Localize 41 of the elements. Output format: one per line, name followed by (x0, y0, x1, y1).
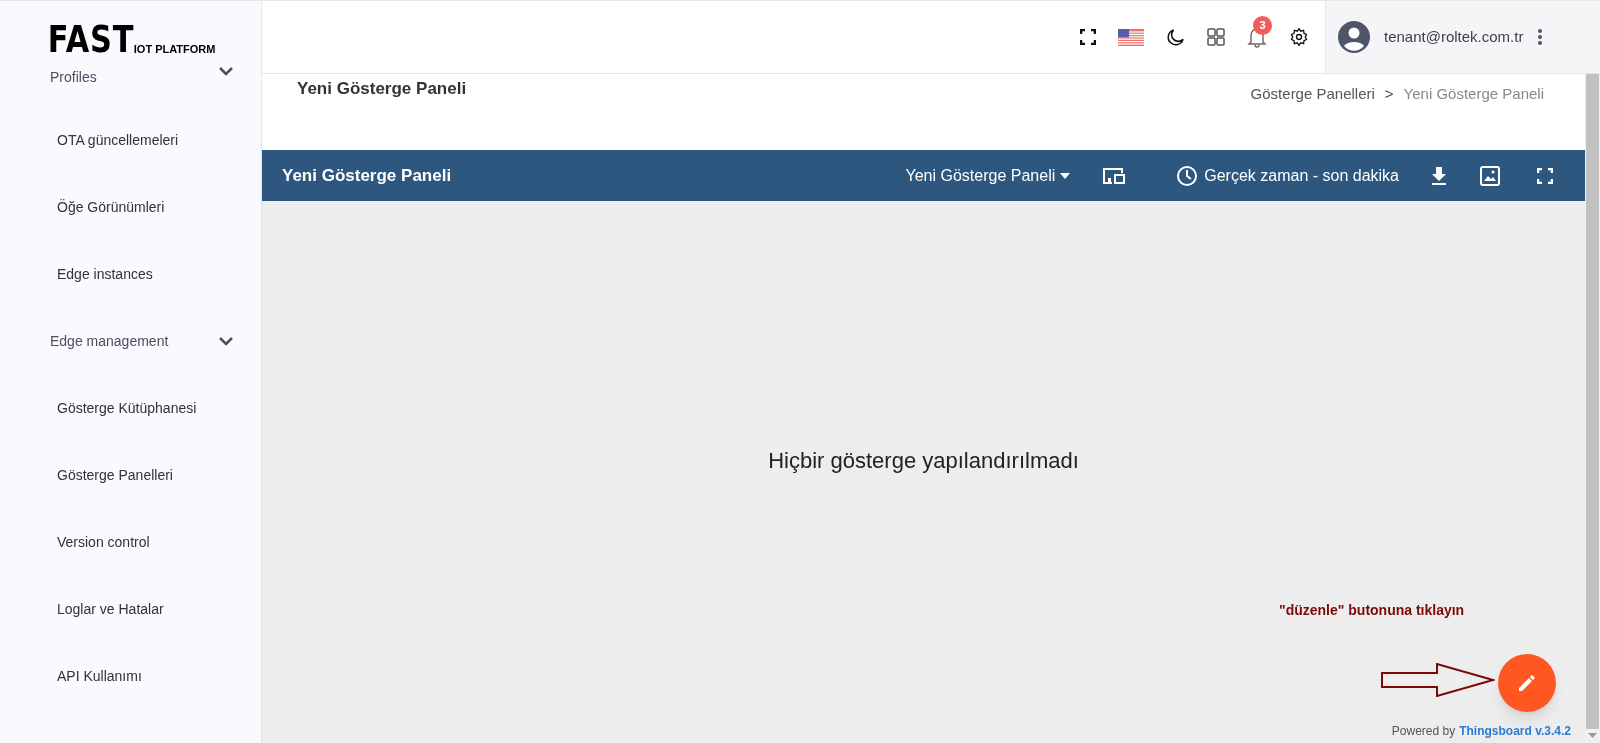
avatar-icon[interactable] (1338, 21, 1370, 53)
sidebar-item[interactable]: Gösterge Panelleri (57, 465, 173, 486)
fullscreen-icon[interactable] (1080, 29, 1096, 45)
logo: FASTIOT PLATFORM (46, 23, 216, 55)
timewindow-button[interactable]: Gerçek zaman - son dakika (1176, 163, 1399, 188)
more-icon[interactable] (1537, 28, 1544, 46)
moon-icon[interactable] (1166, 27, 1185, 47)
chevron-icon[interactable] (219, 67, 233, 76)
us-flag-icon[interactable] (1118, 28, 1144, 46)
empty-message: Hiçbir gösterge yapılandırılmadı (767, 447, 1080, 475)
download-icon[interactable] (1431, 165, 1447, 186)
sidebar-item[interactable]: Edge instances (57, 264, 153, 285)
thingsboard-link[interactable]: Thingsboard v.3.4.2 (1459, 722, 1571, 740)
powered-by-text: Powered by (1391, 723, 1456, 740)
dashboard-title: Yeni Gösterge Paneli (282, 164, 453, 187)
user-email[interactable]: tenant@roltek.com.tr (1384, 25, 1524, 49)
breadcrumb-item[interactable]: Gösterge Panelleri (1250, 83, 1375, 106)
notification-badge: 3 (1253, 16, 1272, 35)
annotation-text: "düzenle" butonuna tıklayın (1279, 601, 1465, 620)
state-select[interactable]: Yeni Gösterge Paneli (905, 163, 1071, 188)
sidebar-item[interactable]: OTA güncellemeleri (57, 130, 179, 151)
settings-icon[interactable] (1289, 27, 1309, 47)
sidebar-item[interactable]: Gösterge Kütüphanesi (57, 398, 197, 419)
scrollbar[interactable] (1585, 74, 1600, 743)
layouts-icon[interactable] (1102, 166, 1127, 185)
sidebar-group[interactable]: Edge management (50, 331, 169, 352)
sidebar-item[interactable]: Öğe Görünümleri (57, 197, 165, 218)
pencil-icon (1517, 673, 1537, 693)
chevron-icon[interactable] (219, 337, 233, 346)
clock-icon (1176, 164, 1199, 187)
breadcrumb-item: Yeni Gösterge Paneli (1403, 84, 1544, 104)
sidebar-item[interactable]: API Kullanımı (57, 666, 142, 687)
page-title: Yeni Gösterge Paneli (297, 78, 467, 100)
caret-icon (1060, 172, 1071, 179)
sidebar-item[interactable]: Version control (57, 532, 150, 553)
sidebar-item[interactable]: Loglar ve Hatalar (57, 599, 164, 620)
breadcrumb-separator: > (1383, 84, 1395, 104)
grid-icon[interactable] (1207, 28, 1225, 46)
sidebar-group[interactable]: Profiles (50, 67, 97, 88)
edit-button[interactable] (1498, 654, 1556, 712)
image-export-icon[interactable] (1479, 164, 1501, 187)
